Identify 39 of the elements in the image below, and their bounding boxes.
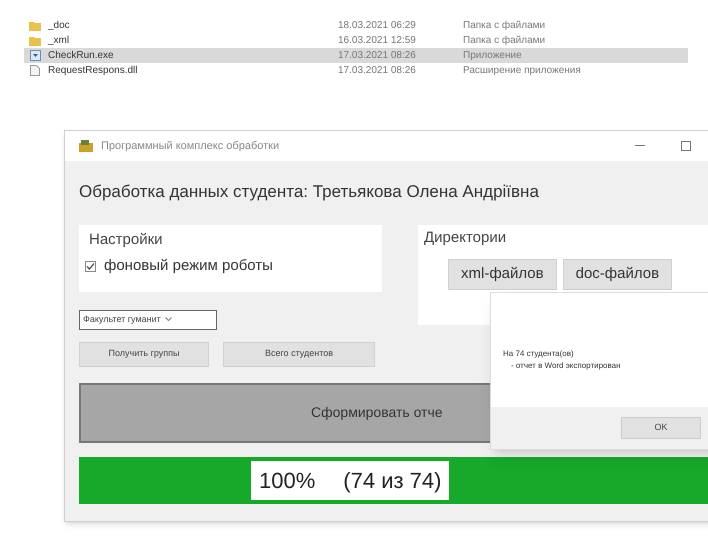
file-row[interactable]: _xml 16.03.2021 12:59 Папка с файлами — [24, 33, 688, 48]
window-title: Программный комплекс обработки — [101, 138, 280, 154]
file-date: 17.03.2021 08:26 — [338, 49, 417, 63]
file-type: Приложение — [463, 49, 522, 63]
file-row[interactable]: CheckRun.exe 17.03.2021 08:26 Приложение — [24, 48, 688, 63]
maximize-icon[interactable] — [681, 141, 691, 151]
app-icon — [79, 140, 93, 152]
action-button[interactable]: Получить группы — [79, 342, 209, 366]
file-name: RequestRespons.dll — [48, 64, 138, 78]
file-row[interactable]: RequestRespons.dll 17.03.2021 08:26 Расширение приложения — [24, 63, 688, 78]
file-type: Папка с файлами — [463, 19, 546, 33]
check-icon — [86, 262, 95, 271]
file-name: _xml — [48, 34, 70, 48]
action-button[interactable]: Всего студентов — [223, 342, 375, 366]
faculty-select[interactable]: Факультет гуманит — [79, 310, 217, 330]
panel-title: Настройки — [89, 230, 164, 250]
file-name: _doc — [48, 19, 71, 33]
ok-button[interactable]: OK — [621, 417, 701, 439]
chevron-icon — [164, 317, 172, 322]
file-row[interactable]: _doc 18.03.2021 06:29 Папка с файлами — [24, 18, 688, 33]
heading: Обработка данных студента: Третьякова Олена Андріївна — [79, 181, 540, 203]
minimize-icon[interactable] — [635, 145, 645, 147]
directory-button[interactable]: doc-файлов — [562, 259, 672, 290]
dialog-message: - отчет в Word экспортирован — [510, 360, 622, 372]
panel-title: Директории — [424, 228, 508, 248]
directory-button[interactable]: xml-файлов — [448, 259, 557, 290]
progress-label: 100% (74 из 74) — [251, 460, 450, 500]
file-type: Расширение приложения — [463, 64, 581, 78]
file-icon — [30, 65, 40, 76]
file-name: CheckRun.exe — [48, 49, 115, 63]
file-date: 17.03.2021 08:26 — [338, 64, 417, 78]
file-date: 18.03.2021 06:29 — [338, 19, 417, 33]
application-icon — [30, 50, 40, 61]
folder-icon — [29, 20, 41, 30]
file-date: 16.03.2021 12:59 — [338, 34, 417, 48]
checkbox[interactable]: фоновый режим роботы — [85, 255, 376, 278]
dialog-message: На 74 студента(ов) — [503, 348, 575, 360]
file-type: Папка с файлами — [463, 34, 546, 48]
folder-icon — [29, 36, 41, 46]
